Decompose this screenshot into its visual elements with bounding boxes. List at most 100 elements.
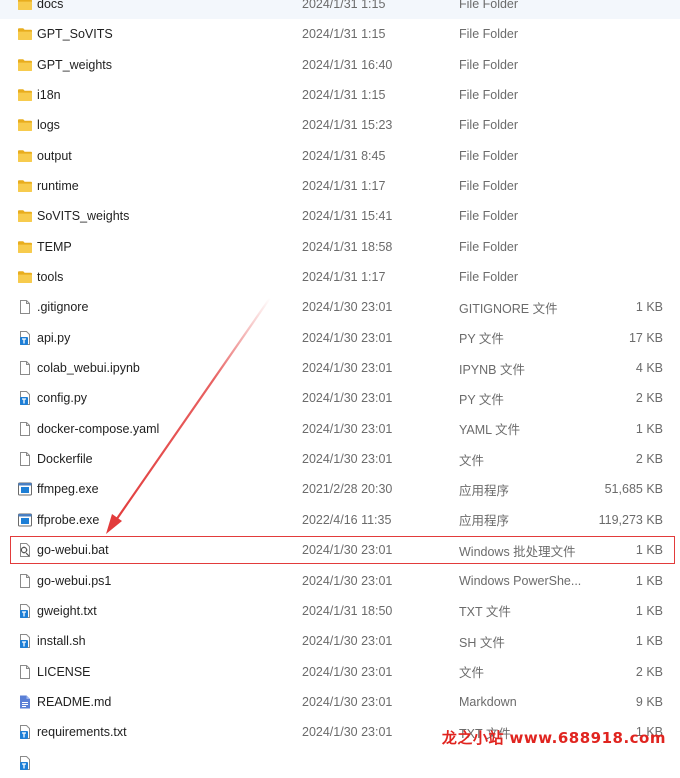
folder-icon	[17, 178, 33, 194]
file-date-modified: 2024/1/30 23:01	[302, 725, 393, 740]
folder-icon	[17, 0, 33, 12]
file-date-modified: 2024/1/31 8:45	[302, 148, 386, 163]
folder-icon	[17, 208, 33, 224]
file-row[interactable]: colab_webui.ipynb 2024/1/30 23:01 IPYNB 文件…	[0, 353, 680, 383]
file-date-modified: 2024/1/31 18:50	[302, 603, 393, 618]
file-row[interactable]: api.py 2024/1/30 23:01 PY 文件 17 KB	[0, 323, 680, 353]
file-row[interactable]: ffprobe.exe 2022/4/16 11:35 应用程序 119,273 KB	[0, 505, 680, 535]
file-type: TXT 文件	[459, 605, 511, 620]
file-size: 1 KB	[635, 603, 663, 618]
blank-file-icon	[17, 360, 33, 376]
text-file-icon	[17, 330, 33, 346]
file-name: gweight.txt	[37, 603, 97, 618]
file-name: tools	[37, 270, 64, 285]
file-date-modified: 2024/1/31 18:58	[302, 239, 393, 254]
file-size: 1 KB	[635, 634, 663, 649]
file-date-modified: 2024/1/31 1:17	[302, 270, 386, 285]
file-name: logs	[37, 118, 60, 133]
file-type: File Folder	[459, 270, 519, 285]
blank-file-icon	[17, 664, 33, 680]
file-type: YAML 文件	[459, 423, 521, 438]
file-type: Windows 批处理文件	[459, 544, 576, 559]
file-row[interactable]: ffmpeg.exe 2021/2/28 20:30 应用程序 51,685 KB	[0, 474, 680, 504]
file-name: docker-compose.yaml	[37, 421, 160, 436]
file-name: install.sh	[37, 634, 86, 649]
text-file-icon	[17, 724, 33, 740]
file-row[interactable]: i18n 2024/1/31 1:15 File Folder	[0, 80, 680, 110]
file-list: docs 2024/1/31 1:15 File Folder GPT_SoVITS 2…	[0, 0, 680, 770]
file-name: go-webui.ps1	[37, 573, 112, 588]
markdown-file-icon	[17, 694, 33, 710]
file-date-modified: 2024/1/30 23:01	[302, 573, 393, 588]
file-row[interactable]: gweight.txt 2024/1/31 18:50 TXT 文件 1 KB	[0, 596, 680, 626]
text-file-icon	[17, 603, 33, 619]
file-row[interactable]: .gitignore 2024/1/30 23:01 GITIGNORE 文件 1 K…	[0, 292, 680, 322]
file-name: GPT_SoVITS	[37, 27, 113, 42]
file-name: config.py	[37, 391, 88, 406]
text-file-icon	[17, 390, 33, 406]
file-name: output	[37, 148, 72, 163]
file-date-modified: 2024/1/30 23:01	[302, 543, 393, 558]
exe-file-icon	[17, 512, 33, 528]
file-type: File Folder	[459, 118, 519, 133]
file-type: File Folder	[459, 239, 519, 254]
blank-file-icon	[17, 299, 33, 315]
file-type: File Folder	[459, 179, 519, 193]
file-name: README.md	[37, 694, 112, 709]
file-name: i18n	[37, 88, 61, 102]
file-type: Markdown	[459, 694, 517, 709]
file-row[interactable]: GPT_SoVITS 2024/1/31 1:15 File Folder	[0, 19, 680, 49]
file-size: 51,685 KB	[604, 482, 663, 497]
file-name: .gitignore	[37, 300, 89, 315]
file-date-modified: 2024/1/30 23:01	[302, 330, 393, 345]
file-type: Windows PowerShe...	[459, 573, 582, 588]
file-type: 文件	[459, 453, 485, 468]
file-row[interactable]: logs 2024/1/31 15:23 File Folder	[0, 110, 680, 140]
file-row[interactable]	[0, 748, 680, 778]
file-date-modified: 2024/1/30 23:01	[302, 694, 393, 709]
file-row[interactable]: install.sh 2024/1/30 23:01 SH 文件 1 KB	[0, 626, 680, 656]
file-size: 2 KB	[635, 664, 663, 679]
file-row[interactable]: tools 2024/1/31 1:17 File Folder	[0, 262, 680, 292]
file-name: runtime	[37, 179, 79, 193]
file-name: go-webui.bat	[37, 543, 109, 558]
file-date-modified: 2024/1/31 15:41	[302, 209, 393, 224]
file-row[interactable]: Dockerfile 2024/1/30 23:01 文件 2 KB	[0, 444, 680, 474]
file-row[interactable]: docs 2024/1/31 1:15 File Folder	[0, 0, 680, 19]
file-row[interactable]: docker-compose.yaml 2024/1/30 23:01 YAML 文…	[0, 414, 680, 444]
file-date-modified: 2024/1/31 1:15	[302, 0, 386, 11]
file-name: GPT_weights	[37, 57, 113, 72]
file-name: ffmpeg.exe	[37, 482, 99, 497]
file-size: 9 KB	[635, 694, 663, 709]
text-file-icon	[17, 633, 33, 649]
file-size: 17 KB	[628, 330, 663, 345]
file-size: 1 KB	[635, 300, 663, 315]
folder-icon	[17, 269, 33, 285]
file-name: requirements.txt	[37, 725, 127, 740]
file-row[interactable]: README.md 2024/1/30 23:01 Markdown 9 KB	[0, 687, 680, 717]
file-name: api.py	[37, 330, 71, 345]
file-row[interactable]: runtime 2024/1/31 1:17 File Folder	[0, 171, 680, 201]
file-row[interactable]: config.py 2024/1/30 23:01 PY 文件 2 KB	[0, 383, 680, 413]
file-row-highlighted[interactable]: go-webui.bat 2024/1/30 23:01 Windows 批处理文件…	[0, 535, 680, 565]
file-row[interactable]: go-webui.ps1 2024/1/30 23:01 Windows Power…	[0, 566, 680, 596]
file-type: File Folder	[459, 27, 519, 42]
file-date-modified: 2024/1/30 23:01	[302, 391, 393, 406]
file-size: 2 KB	[635, 391, 663, 406]
file-date-modified: 2024/1/30 23:01	[302, 300, 393, 315]
file-row[interactable]: GPT_weights 2024/1/31 16:40 File Folder	[0, 50, 680, 80]
folder-icon	[17, 57, 33, 73]
folder-icon	[17, 117, 33, 133]
file-type: 应用程序	[459, 483, 510, 498]
file-row[interactable]: LICENSE 2024/1/30 23:01 文件 2 KB	[0, 657, 680, 687]
file-date-modified: 2024/1/30 23:01	[302, 452, 393, 467]
file-row[interactable]: TEMP 2024/1/31 18:58 File Folder	[0, 232, 680, 262]
batch-file-icon	[17, 542, 33, 558]
file-date-modified: 2024/1/31 16:40	[302, 57, 393, 72]
file-row[interactable]: output 2024/1/31 8:45 File Folder	[0, 141, 680, 171]
file-type: GITIGNORE 文件	[459, 301, 558, 316]
file-type: IPYNB 文件	[459, 362, 525, 377]
file-row[interactable]: SoVITS_weights 2024/1/31 15:41 File Folder	[0, 201, 680, 231]
file-date-modified: 2024/1/31 1:15	[302, 27, 386, 42]
file-date-modified: 2024/1/30 23:01	[302, 634, 393, 649]
